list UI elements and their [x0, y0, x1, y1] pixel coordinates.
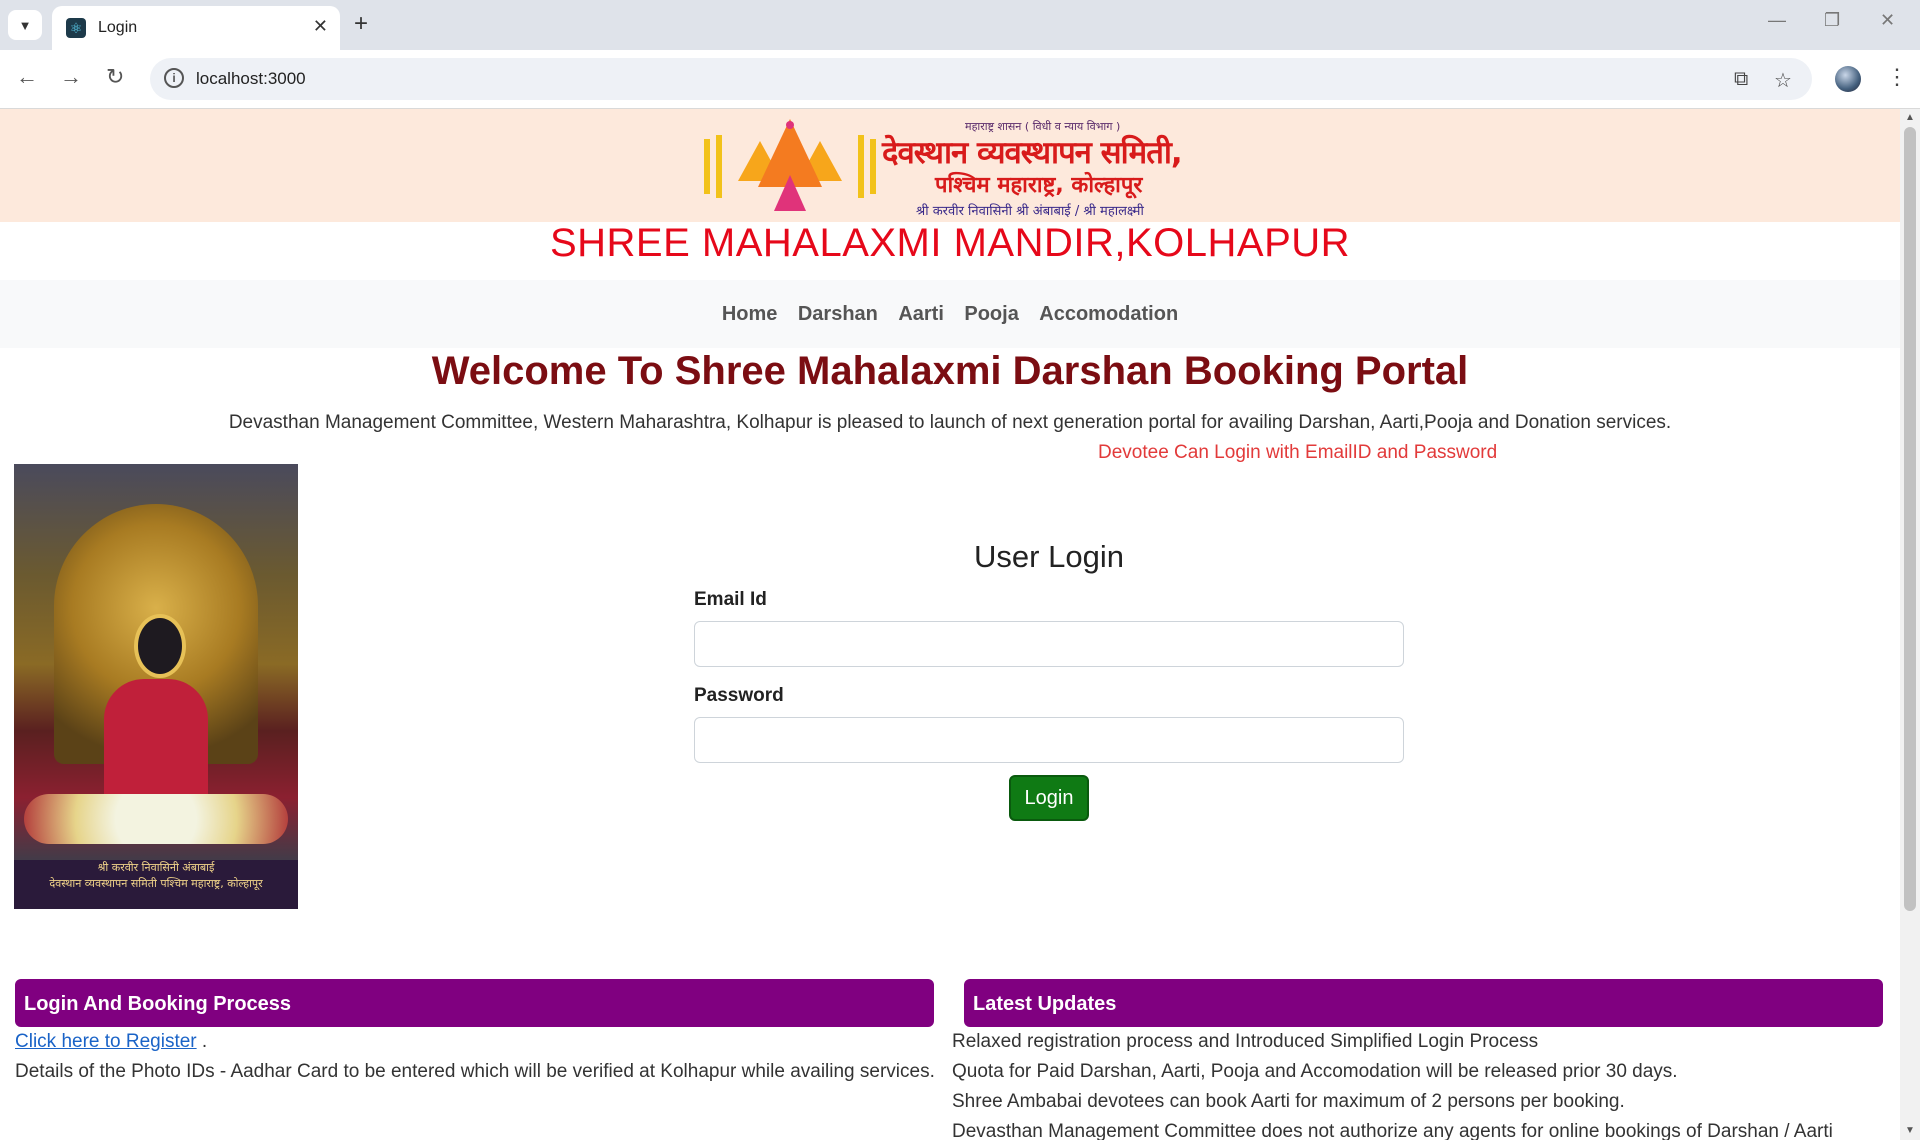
nav-accomodation[interactable]: Accomodation: [1039, 280, 1178, 348]
react-favicon-icon: ⚛: [66, 18, 86, 38]
process-panel-body: Click here to Register . Details of the …: [15, 1027, 935, 1087]
password-field[interactable]: [694, 717, 1404, 763]
install-app-icon[interactable]: ⧉: [1734, 68, 1748, 91]
nav-darshan[interactable]: Darshan: [798, 280, 878, 348]
scroll-up-icon[interactable]: ▲: [1905, 112, 1915, 123]
register-link[interactable]: Click here to Register: [15, 1031, 197, 1052]
tab-close-icon[interactable]: ✕: [313, 16, 328, 37]
email-label: Email Id: [694, 589, 767, 610]
update-item: Devasthan Management Committee does not …: [952, 1121, 1833, 1140]
logo-line1: देवस्थान व्यवस्थापन समिती,: [882, 135, 1183, 171]
intro-text: Devasthan Management Committee, Western …: [228, 412, 1672, 433]
reload-icon[interactable]: ↻: [106, 64, 124, 90]
updates-panel-header: Latest Updates: [964, 979, 1883, 1027]
register-suffix: .: [196, 1031, 208, 1052]
photo-id-details: Details of the Photo IDs - Aadhar Card t…: [15, 1061, 935, 1082]
address-url[interactable]: localhost:3000: [196, 69, 306, 89]
update-item: Relaxed registration process and Introdu…: [952, 1031, 1539, 1052]
password-label: Password: [694, 685, 784, 706]
address-bar[interactable]: i localhost:3000 ⧉ ☆: [150, 58, 1812, 100]
nav-pooja[interactable]: Pooja: [964, 280, 1018, 348]
devasthan-logo: महाराष्ट्र शासन ( विधी व न्याय विभाग ) द…: [700, 117, 1202, 219]
update-item: Quota for Paid Darshan, Aarti, Pooja and…: [952, 1061, 1678, 1082]
scroll-thumb[interactable]: [1904, 127, 1916, 911]
restore-icon[interactable]: ❐: [1824, 10, 1840, 31]
nav-home[interactable]: Home: [722, 280, 778, 348]
login-button[interactable]: Login: [1009, 775, 1089, 821]
window-close-icon[interactable]: ✕: [1880, 10, 1895, 31]
forward-arrow-icon[interactable]: →: [60, 64, 82, 90]
tab-title: Login: [98, 19, 138, 36]
back-arrow-icon[interactable]: ←: [16, 64, 38, 90]
scroll-down-icon[interactable]: ▼: [1905, 1125, 1915, 1136]
deity-caption-line1: श्री करवीर निवासिनी अंबाबाई: [97, 861, 215, 874]
update-item: Shree Ambabai devotees can book Aarti fo…: [952, 1091, 1625, 1112]
browser-menu-icon[interactable]: ⋮: [1886, 64, 1908, 90]
updates-panel-body: Relaxed registration process and Introdu…: [952, 1027, 1897, 1140]
login-title: User Login: [974, 539, 1124, 574]
logo-line3: श्री करवीर निवासिनी श्री अंबाबाई / श्री …: [916, 204, 1144, 219]
site-info-icon[interactable]: i: [164, 68, 184, 88]
deity-flowers: [24, 794, 288, 844]
welcome-heading: Welcome To Shree Mahalaxmi Darshan Booki…: [431, 349, 1469, 393]
new-tab-button[interactable]: +: [354, 10, 368, 38]
deity-caption-line2: देवस्थान व्यवस्थापन समिती पश्चिम महाराष्…: [49, 877, 263, 890]
process-panel-header: Login And Booking Process: [15, 979, 934, 1027]
tab-search-button[interactable]: ▼: [8, 10, 42, 40]
deity-caption: श्री करवीर निवासिनी अंबाबाई देवस्थान व्य…: [14, 860, 298, 909]
browser-tab[interactable]: ⚛ Login ✕: [52, 6, 340, 50]
email-field[interactable]: [694, 621, 1404, 667]
deity-image: श्री करवीर निवासिनी अंबाबाई देवस्थान व्य…: [14, 464, 298, 909]
nav-aarti[interactable]: Aarti: [898, 280, 944, 348]
main-navbar: Home Darshan Aarti Pooja Accomodation: [0, 280, 1900, 348]
updates-panel-title: Latest Updates: [973, 993, 1117, 1015]
minimize-icon[interactable]: —: [1768, 10, 1786, 31]
devotee-login-note: Devotee Can Login with EmailID and Passw…: [1098, 442, 1498, 463]
chevron-down-icon: ▼: [18, 17, 32, 33]
logo-line2: पश्चिम महाराष्ट्र, कोल्हापूर: [935, 173, 1143, 198]
profile-avatar[interactable]: [1835, 66, 1861, 92]
site-title: SHREE MAHALAXMI MANDIR,KOLHAPUR: [549, 221, 1351, 265]
login-form: User Login Email Id Password Login: [694, 539, 1404, 821]
page-scrollbar[interactable]: ▲ ▼: [1900, 109, 1920, 1140]
header-banner: महाराष्ट्र शासन ( विधी व न्याय विभाग ) द…: [0, 109, 1900, 222]
deity-face: [134, 614, 186, 678]
page-viewport: महाराष्ट्र शासन ( विधी व न्याय विभाग ) द…: [0, 109, 1900, 1140]
bookmark-star-icon[interactable]: ☆: [1774, 68, 1792, 93]
process-panel-title: Login And Booking Process: [24, 993, 292, 1015]
browser-tabstrip: ▼ ⚛ Login ✕ + — ❐ ✕: [0, 0, 1920, 50]
browser-toolbar: ← → ↻ i localhost:3000 ⧉ ☆ ⋮: [0, 50, 1920, 109]
temple-emblem-icon: [704, 119, 876, 211]
